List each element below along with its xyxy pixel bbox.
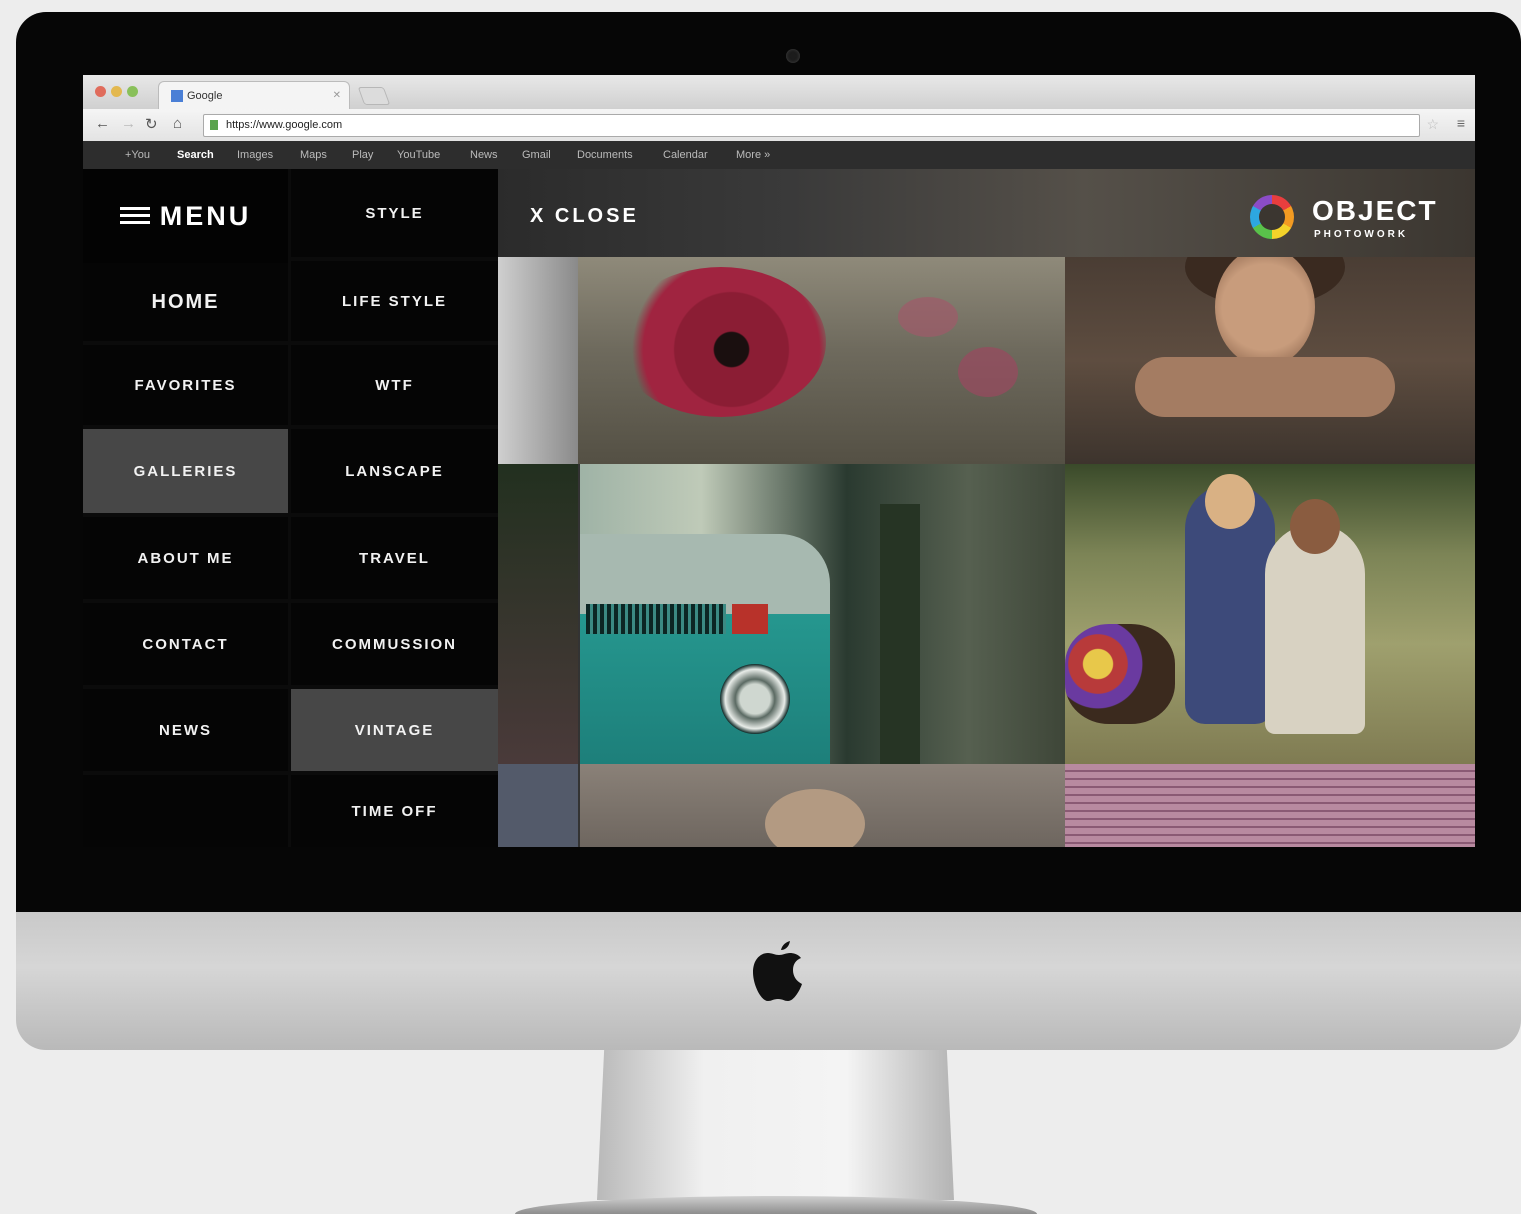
sub-menu-item-wtf[interactable]: WTF bbox=[291, 345, 498, 425]
gallery-photo-flower[interactable] bbox=[578, 257, 1065, 464]
tab-bar: Google ✕ bbox=[83, 75, 1475, 110]
lock-icon bbox=[210, 120, 218, 130]
gbar-link-more[interactable]: More » bbox=[736, 141, 770, 169]
gbar-link-search[interactable]: Search bbox=[177, 141, 214, 169]
bookmark-star-icon[interactable]: ☆ bbox=[1426, 116, 1439, 133]
gbar-link-youtube[interactable]: YouTube bbox=[397, 141, 440, 169]
back-arrow-icon[interactable]: ← bbox=[95, 115, 110, 132]
new-tab-button[interactable] bbox=[357, 87, 391, 105]
close-menu-button[interactable]: X CLOSE bbox=[530, 205, 639, 228]
maximize-window-icon[interactable] bbox=[127, 86, 138, 97]
menu-title-label: MENU bbox=[159, 200, 252, 231]
gbar-link-news[interactable]: News bbox=[470, 141, 498, 169]
gbar-link-maps[interactable]: Maps bbox=[300, 141, 327, 169]
gallery-photo-van[interactable] bbox=[580, 464, 1065, 764]
gallery-photo-girl[interactable] bbox=[1065, 257, 1475, 464]
gallery-panel: X CLOSE OBJECT PHOTOWORK bbox=[498, 169, 1475, 847]
gallery-photo-statue[interactable] bbox=[498, 257, 578, 464]
monitor-stand-base bbox=[515, 1196, 1037, 1214]
main-menu-item-home[interactable]: HOME bbox=[83, 263, 288, 341]
tab-title: Google bbox=[187, 90, 223, 102]
gbar-link-calendar[interactable]: Calendar bbox=[663, 141, 708, 169]
reload-icon[interactable]: ↻ bbox=[145, 115, 158, 133]
wrench-menu-icon[interactable]: ≡ bbox=[1457, 115, 1465, 131]
close-window-icon[interactable] bbox=[95, 86, 106, 97]
forward-arrow-icon[interactable]: → bbox=[121, 115, 136, 132]
gbar-link-documents[interactable]: Documents bbox=[577, 141, 633, 169]
gallery-photo-strip[interactable] bbox=[498, 764, 578, 847]
apple-logo-icon bbox=[753, 941, 802, 1001]
sub-menu-item-life-style[interactable]: LIFE STYLE bbox=[291, 261, 498, 341]
gbar-link-images[interactable]: Images bbox=[237, 141, 273, 169]
main-menu-item-favorites[interactable]: FAVORITES bbox=[83, 345, 288, 425]
menu-heading[interactable]: MENU bbox=[83, 169, 288, 263]
main-menu-item-contact[interactable]: CONTACT bbox=[83, 603, 288, 685]
browser-tab[interactable]: Google ✕ bbox=[158, 81, 350, 110]
main-menu-empty-slot bbox=[83, 775, 288, 847]
url-text: https://www.google.com bbox=[226, 119, 343, 131]
gallery-photo-hat[interactable] bbox=[580, 764, 1065, 847]
browser-window: Google ✕ ← → ↻ ⌂ https://www.google.com … bbox=[83, 75, 1475, 847]
sub-menu-item-lanscape[interactable]: LANSCAPE bbox=[291, 429, 498, 513]
color-ring-icon bbox=[1250, 195, 1294, 239]
camera-icon bbox=[786, 49, 800, 63]
main-menu-item-about-me[interactable]: ABOUT ME bbox=[83, 517, 288, 599]
gallery-photo-bench[interactable] bbox=[498, 464, 578, 764]
gbar-link-play[interactable]: Play bbox=[352, 141, 373, 169]
tab-close-icon[interactable]: ✕ bbox=[333, 82, 341, 110]
sub-menu-item-vintage[interactable]: VINTAGE bbox=[291, 689, 498, 771]
logo-name: OBJECT bbox=[1312, 195, 1438, 226]
gbar-link-you[interactable]: +You bbox=[125, 141, 150, 169]
hamburger-icon bbox=[119, 207, 150, 225]
logo-subtitle: PHOTOWORK bbox=[1314, 229, 1409, 240]
browser-toolbar: ← → ↻ ⌂ https://www.google.com ☆ ≡ bbox=[83, 109, 1475, 142]
gallery-photo-couple[interactable] bbox=[1065, 464, 1475, 764]
minimize-window-icon[interactable] bbox=[111, 86, 122, 97]
sub-menu-item-style[interactable]: STYLE bbox=[291, 169, 498, 257]
website: MENU X CLOSE OBJECT PHOTOWORK HOME FAVOR… bbox=[83, 169, 1475, 847]
sub-menu-item-time-off[interactable]: TIME OFF bbox=[291, 775, 498, 847]
main-menu-item-news[interactable]: NEWS bbox=[83, 689, 288, 771]
google-bar: +You Search Images Maps Play YouTube New… bbox=[83, 141, 1475, 169]
monitor-stand bbox=[597, 1050, 954, 1200]
site-logo[interactable]: OBJECT PHOTOWORK bbox=[1250, 191, 1450, 247]
main-menu-item-galleries[interactable]: GALLERIES bbox=[83, 429, 288, 513]
gbar-link-gmail[interactable]: Gmail bbox=[522, 141, 551, 169]
sub-menu-item-travel[interactable]: TRAVEL bbox=[291, 517, 498, 599]
sub-menu-item-commussion[interactable]: COMMUSSION bbox=[291, 603, 498, 685]
home-icon[interactable]: ⌂ bbox=[173, 115, 182, 132]
google-favicon-icon bbox=[171, 90, 183, 102]
gallery-photo-bricks[interactable] bbox=[1065, 764, 1475, 847]
address-bar[interactable]: https://www.google.com bbox=[203, 114, 1420, 137]
